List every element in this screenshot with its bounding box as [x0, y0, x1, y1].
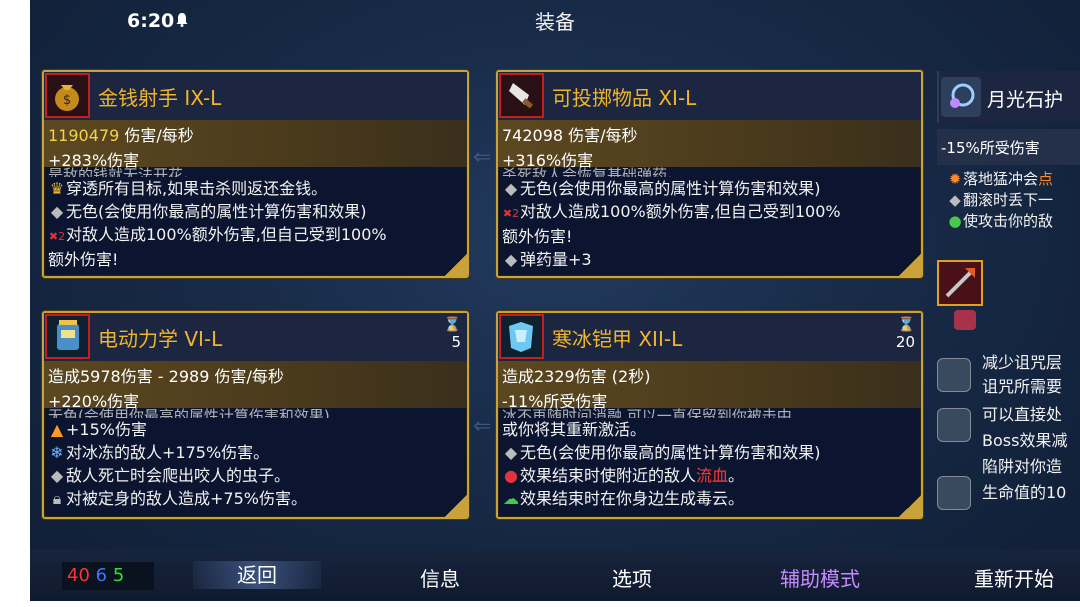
monster-icon [937, 408, 971, 442]
cooldown-value: 20 [895, 333, 915, 351]
lock-icon: 🔒︎ [52, 489, 62, 508]
poison-icon: ● [948, 212, 962, 230]
desc-line: ☁效果结束时在你身边生成毒云。 [503, 489, 745, 508]
brutality-count: 40 [67, 565, 90, 586]
card-title: 金钱射手 IX-L [98, 86, 222, 110]
restart-button[interactable]: 重新开始 [974, 563, 1054, 592]
cooldown-value: 5 [451, 333, 461, 351]
desc-line: 🔒︎ 对被定身的敌人造成+75%伤害。 [48, 487, 463, 510]
desc-line: ●使攻击你的敌 [948, 212, 1054, 230]
relic-slot[interactable] [937, 260, 983, 306]
swap-arrow-icon: ⇐ [473, 145, 492, 170]
desc-line: ◆ 无色(会使用你最高的属性计算伤害和效果) [502, 441, 917, 464]
desc-line: 额外伤害! [48, 250, 119, 269]
dps-line: 造成2329伤害 (2秒) [502, 367, 651, 386]
dps-value: 1190479 [48, 126, 120, 145]
snowflake-icon: ❄ [50, 443, 64, 462]
hourglass-icon: ⌛ [443, 317, 461, 333]
desc-line: ♛ 穿透所有目标,如果击杀则返还金钱。 [49, 179, 328, 198]
corner-ornament [899, 495, 921, 517]
dps-line: 造成5978伤害 - 2989 伤害/每秒 [48, 367, 284, 386]
side-item-stat: -15%所受伤害 [941, 139, 1040, 157]
desc-line: ◆ 无色(会使用你最高的属性计算伤害和效果) [48, 200, 463, 223]
diamond-bullet-icon: ◆ [50, 202, 64, 221]
desc-line: ◆ 翻滚时丢下一 [947, 190, 1080, 211]
card-title: 寒冰铠甲 XII-L [552, 327, 683, 351]
fire-icon: ▲ [50, 420, 64, 439]
desc-line: 无色(会使用你最高的属性计算伤害和效果) [48, 408, 330, 418]
desc-line: ✖2对敌人造成100%额外伤害,但自己受到100% [502, 200, 917, 225]
desc-line: ◆ 无色(会使用你最高的属性计算伤害和效果) [502, 177, 917, 200]
bottom-menu-bar: 40 6 5 返回 信息 选项 辅助模式 重新开始 [30, 549, 1080, 601]
assist-mode-button[interactable]: 辅助模式 [780, 563, 860, 592]
mutation-badge-icon [954, 310, 976, 330]
survival-count: 5 [112, 565, 125, 586]
poison-cloud-icon: ☁ [503, 489, 519, 508]
corner-ornament [445, 495, 467, 517]
side-item-description: ✹ 落地猛冲会点 ◆ 翻滚时丢下一 ●使攻击你的敌 [947, 169, 1080, 232]
skill-card-ice-armor[interactable]: 寒冰铠甲 XII-L ⌛ 20 造成2329伤害 (2秒) -11%所受伤害 冰不… [496, 311, 923, 519]
desc-line: ❄ 对冰冻的敌人+175%伤害。 [48, 441, 463, 464]
desc-line: 是敌的钱就无法开花。 [48, 167, 199, 177]
money-bag-icon: $ [45, 73, 90, 118]
corner-ornament [899, 254, 921, 276]
desc-line: 或你将其重新激活。 [502, 420, 647, 439]
desc-line: ◆ 弹药量+3 [502, 248, 917, 271]
tesla-coil-icon [45, 314, 90, 359]
desc-line: 冰不再随时间消融,可以一直保留到你被击中 [502, 408, 792, 418]
weapon-card-money-shooter[interactable]: $ 金钱射手 IX-L 1190479 伤害/每秒 +283%伤害 是敌的钱就无… [42, 70, 469, 278]
back-button[interactable]: 返回 [193, 561, 321, 589]
hourglass-icon: ⌛ [897, 317, 915, 333]
cooldown: ⌛ 20 [896, 317, 915, 351]
diamond-bullet-icon: ◆ [504, 250, 518, 269]
fire-icon: ✹ [948, 170, 962, 188]
dps-line: 1190479 伤害/每秒 [48, 122, 194, 146]
corner-ornament [445, 254, 467, 276]
options-button[interactable]: 选项 [612, 563, 652, 592]
desc-line: 额外伤害! [502, 227, 573, 246]
card-description: 冰不再随时间消融,可以一直保留到你被击中 或你将其重新激活。 ◆ 无色(会使用你最… [502, 408, 917, 517]
card-description: 无色(会使用你最高的属性计算伤害和效果) ▲ +15%伤害 ❄ 对冰冻的敌人+175… [48, 408, 463, 517]
tactics-count: 6 [95, 565, 108, 586]
scroll-counters: 40 6 5 [62, 562, 154, 590]
card-description: 杀死敌人会恢复基础弹药。 ◆ 无色(会使用你最高的属性计算伤害和效果) ✖2对敌人… [502, 167, 917, 276]
desc-line: ◆ 敌人死亡时会爬出咬人的虫子。 [48, 464, 463, 487]
skull-icon [937, 358, 971, 392]
x2-damage-icon: ✖2 [48, 230, 66, 243]
card-title: 可投掷物品 XI-L [552, 86, 697, 110]
skill-card-electrodynamics[interactable]: 电动力学 VI-L ⌛ 5 造成5978伤害 - 2989 伤害/每秒 +220%… [42, 311, 469, 519]
weapon-card-throwables[interactable]: 可投掷物品 XI-L 742098 伤害/每秒 +316%伤害 杀死敌人会恢复基… [496, 70, 923, 278]
desc-line: ✖2对敌人造成100%额外伤害,但自己受到100% [48, 223, 463, 248]
crown-icon: ♛ [49, 179, 65, 198]
cooldown: ⌛ 5 [444, 317, 461, 351]
game-screen: 6:20 装备 $ 金钱射手 IX-L 1190479 伤害/每秒 +283%伤… [30, 0, 1080, 601]
ice-armor-icon [499, 314, 544, 359]
x2-damage-icon: ✖2 [502, 207, 520, 220]
trap-icon [937, 476, 971, 510]
diamond-bullet-icon: ◆ [504, 179, 518, 198]
desc-line: 杀死敌人会恢复基础弹药。 [502, 167, 683, 177]
side-item-title: 月光石护 [987, 89, 1064, 111]
card-title: 电动力学 VI-L [98, 327, 223, 351]
diamond-bullet-icon: ◆ [50, 466, 64, 485]
screen-title: 装备 [535, 10, 575, 34]
blood-drop-icon: ● [504, 466, 518, 485]
dps-suffix: 伤害/每秒 [119, 126, 194, 145]
desc-line: ▲ +15%伤害 [48, 418, 463, 441]
swap-arrow-icon: ⇐ [473, 414, 492, 439]
card-description: 是敌的钱就无法开花。 ♛ 穿透所有目标,如果击杀则返还金钱。 ◆ 无色(会使用你最高… [48, 167, 463, 276]
diamond-bullet-icon: ◆ [504, 443, 518, 462]
moonstone-amulet-icon [941, 77, 981, 117]
desc-line: ✹ 落地猛冲会点 [948, 170, 1054, 188]
dps-line: 742098 伤害/每秒 [502, 126, 638, 145]
desc-line: ● 效果结束时使附近的敌人流血。 [502, 464, 917, 487]
diamond-bullet-icon: ◆ [949, 191, 961, 209]
svg-text:$: $ [63, 93, 71, 108]
info-button[interactable]: 信息 [420, 563, 460, 592]
cleaver-icon [499, 73, 544, 118]
